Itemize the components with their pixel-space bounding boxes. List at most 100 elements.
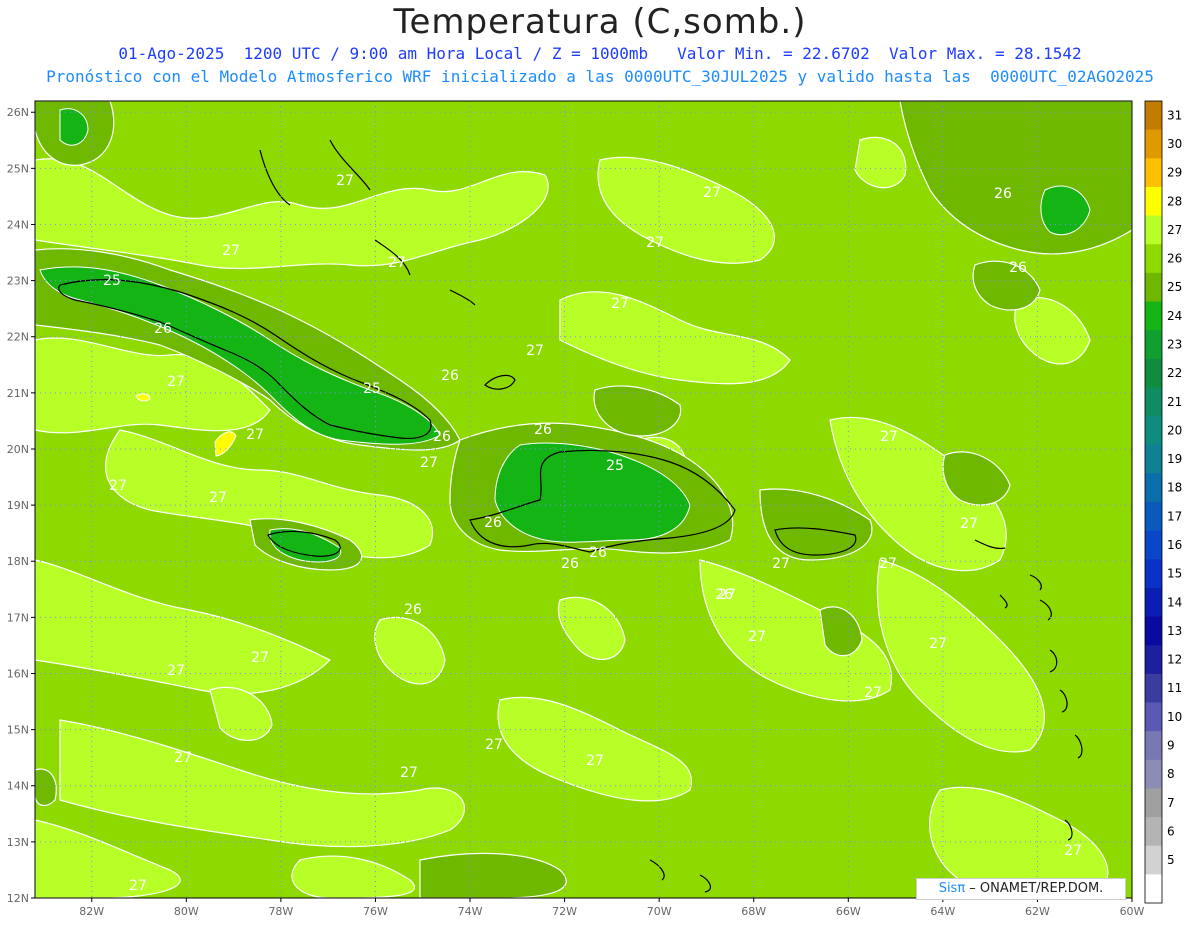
- colorbar-label: 8: [1167, 767, 1175, 781]
- colorbar-label: 26: [1167, 252, 1182, 266]
- contour-label: 27: [400, 765, 418, 781]
- colorbar-swatch: [1145, 444, 1162, 474]
- colorbar-label: 25: [1167, 280, 1182, 294]
- contour-label: 27: [485, 737, 503, 753]
- contour-label: 27: [174, 750, 192, 766]
- contour-label: 27: [1064, 843, 1082, 859]
- contour-label: 27: [420, 455, 438, 471]
- contour-label: 27: [222, 243, 240, 259]
- lon-label: 68W: [741, 905, 766, 918]
- contour-label: 27: [167, 374, 185, 390]
- colorbar-swatch: [1145, 759, 1162, 789]
- colorbar-label: 30: [1167, 137, 1182, 151]
- lon-label: 74W: [458, 905, 483, 918]
- contour-label: 27: [960, 516, 978, 532]
- contour-label: 25: [606, 458, 624, 474]
- colorbar-label: 10: [1167, 710, 1182, 724]
- colorbar-label: 28: [1167, 194, 1182, 208]
- colorbar-label: 23: [1167, 337, 1182, 351]
- colorbar-label: 22: [1167, 366, 1182, 380]
- credit-text: – ONAMET/REP.DOM.: [965, 881, 1104, 896]
- colorbar-label: 16: [1167, 538, 1182, 552]
- sispi-logo: Sisπ: [938, 881, 966, 896]
- colorbar-label: 29: [1167, 166, 1182, 180]
- lat-label: 25N: [7, 162, 29, 175]
- colorbar-label: 7: [1167, 796, 1175, 810]
- colorbar-swatch: [1145, 473, 1162, 503]
- contour-label: 27: [703, 185, 721, 201]
- colorbar-swatch: [1145, 244, 1162, 274]
- contour-label: 27: [336, 173, 354, 189]
- contour-label: 27: [718, 587, 736, 603]
- colorbar-label: 31: [1167, 108, 1182, 122]
- contour-label: 27: [748, 629, 766, 645]
- colorbar-swatch: [1145, 129, 1162, 159]
- lat-label: 15N: [7, 724, 29, 737]
- lon-label: 66W: [836, 905, 861, 918]
- lat-label: 20N: [7, 443, 29, 456]
- contour-label: 26: [433, 429, 451, 445]
- contour-label: 26: [154, 321, 172, 337]
- contour-label: 26: [534, 422, 552, 438]
- colorbar-swatch: [1145, 645, 1162, 675]
- contour-label: 27: [388, 255, 406, 271]
- colorbar-label: 11: [1167, 681, 1182, 695]
- lat-label: 26N: [7, 106, 29, 119]
- colorbar-swatch: [1145, 301, 1162, 331]
- contour-label: 27: [646, 235, 664, 251]
- colorbar-swatch: [1145, 673, 1162, 703]
- temperature-map: 27 27 27 27 27 26 26 25 26 27 27 26 27 27 25 26 26 27 27 27…: [7, 100, 1182, 918]
- colorbar-swatch: [1145, 788, 1162, 818]
- colorbar-label: 19: [1167, 452, 1182, 466]
- lat-label: 24N: [7, 218, 29, 231]
- lat-label: 22N: [7, 331, 29, 344]
- colorbar-swatch: [1145, 416, 1162, 446]
- contour-label: 27: [209, 490, 227, 506]
- colorbar-swatch: [1145, 101, 1162, 131]
- contour-label: 26: [589, 545, 607, 561]
- colorbar-swatch: [1145, 330, 1162, 360]
- colorbar-label: 17: [1167, 509, 1182, 523]
- contour-label: 26: [994, 186, 1012, 202]
- colorbar-swatch: [1145, 387, 1162, 417]
- colorbar-swatch: [1145, 158, 1162, 188]
- contour-label: 26: [1009, 260, 1027, 276]
- colorbar-swatch: [1145, 587, 1162, 618]
- lon-label: 82W: [79, 905, 104, 918]
- colorbar-swatch: [1145, 186, 1162, 217]
- colorbar-label: 5: [1167, 853, 1175, 867]
- contour-label: 26: [561, 556, 579, 572]
- colorbar-swatch: [1145, 559, 1162, 589]
- contour-label: 27: [129, 878, 147, 894]
- colorbar-swatch: [1145, 731, 1162, 761]
- lat-label: 14N: [7, 780, 29, 793]
- contour-label: 27: [772, 556, 790, 572]
- colorbar-label: 9: [1167, 738, 1175, 752]
- lon-label: 72W: [552, 905, 577, 918]
- contour-label: 27: [251, 650, 269, 666]
- lon-label: 78W: [268, 905, 293, 918]
- lat-label: 13N: [7, 836, 29, 849]
- lat-label: 23N: [7, 275, 29, 288]
- lon-label: 70W: [647, 905, 672, 918]
- contour-label: 27: [526, 343, 544, 359]
- lat-label: 21N: [7, 387, 29, 400]
- colorbar-swatch: [1145, 845, 1162, 875]
- colorbar-label: 20: [1167, 423, 1182, 437]
- lon-label: 76W: [363, 905, 388, 918]
- lon-label: 60W: [1120, 905, 1145, 918]
- colorbar-label: 13: [1167, 624, 1182, 638]
- colorbar-label: 15: [1167, 567, 1182, 581]
- contour-label: 27: [586, 753, 604, 769]
- contour-label: 27: [109, 478, 127, 494]
- colorbar-label: 14: [1167, 595, 1182, 609]
- colorbar-swatch: [1145, 502, 1162, 532]
- contour-label: 26: [484, 515, 502, 531]
- contour-label: 26: [404, 602, 422, 618]
- credit-box: Sisπ – ONAMET/REP.DOM.: [916, 878, 1126, 900]
- colorbar-label: 24: [1167, 309, 1182, 323]
- colorbar-swatch: [1145, 874, 1162, 904]
- colorbar-swatch: [1145, 358, 1162, 388]
- lat-label: 16N: [7, 667, 29, 680]
- colorbar: 31 30 29 28 27 26 25 24 23 22 21 20 19 18 17 16 15 14 13 12…: [1144, 100, 1182, 904]
